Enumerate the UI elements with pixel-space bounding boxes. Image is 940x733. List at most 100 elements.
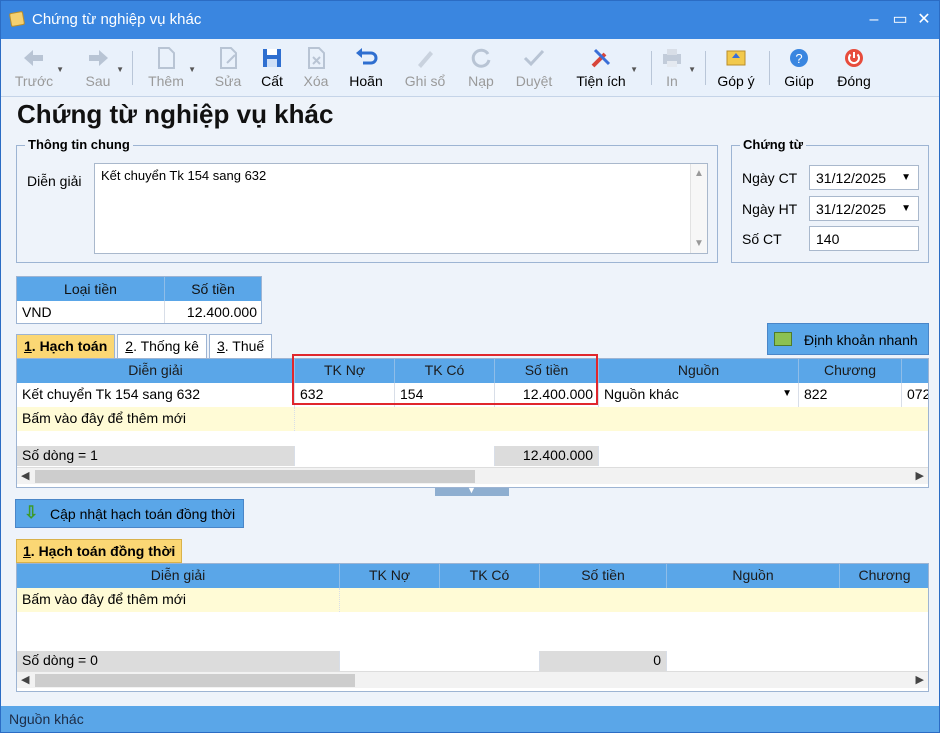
highlight-box	[292, 354, 598, 405]
chevron-down-icon[interactable]: ▼	[694, 238, 704, 249]
page-title: Chứng từ nghiệp vụ khác	[17, 99, 334, 129]
new-document-icon	[158, 47, 175, 69]
utilities-button[interactable]: Tiện ích ▼	[573, 43, 638, 93]
row-description[interactable]: Kết chuyển Tk 154 sang 632	[17, 383, 295, 407]
post-button[interactable]: Ghi sổ	[401, 43, 449, 93]
chevron-down-icon[interactable]: ▼	[56, 65, 64, 74]
col-credit-account[interactable]: TK Có	[440, 564, 540, 588]
col-source[interactable]: Nguồn	[667, 564, 840, 588]
print-button[interactable]: In ▼	[657, 43, 696, 93]
add-new-row[interactable]: Bấm vào đây để thêm mới	[17, 588, 928, 612]
tab-statistics[interactable]: 2. Thống kê	[117, 334, 207, 358]
maximize-button[interactable]: ▭	[889, 9, 911, 31]
close-button[interactable]: Đóng	[833, 43, 875, 93]
tab-tax[interactable]: 3. Thuế	[208, 334, 273, 358]
chevron-down-icon[interactable]: ▼	[188, 65, 196, 74]
horizontal-scrollbar[interactable]: ◀ ▶	[17, 467, 928, 484]
add-new-text[interactable]: Bấm vào đây để thêm mới	[17, 588, 340, 612]
chevron-down-icon[interactable]: ▼	[688, 65, 696, 74]
chevron-down-icon[interactable]: ▼	[630, 65, 638, 74]
power-icon	[845, 49, 863, 67]
title-bar: Chứng từ nghiệp vụ khác – ▭ ✕	[1, 1, 939, 39]
description-value: Kết chuyển Tk 154 sang 632	[101, 168, 267, 183]
refresh-icon	[471, 48, 491, 68]
tools-icon	[591, 48, 611, 68]
add-new-row[interactable]: Bấm vào đây để thêm mới	[17, 407, 928, 431]
chevron-up-icon[interactable]: ▲	[694, 168, 704, 179]
undo-button[interactable]: Hoãn	[345, 43, 387, 93]
col-extra[interactable]	[902, 359, 928, 383]
chevron-left-icon[interactable]: ◀	[21, 469, 29, 482]
add-new-text[interactable]: Bấm vào đây để thêm mới	[17, 407, 295, 431]
next-button[interactable]: Sau ▼	[81, 43, 124, 93]
feedback-icon	[726, 50, 746, 66]
tab-concurrent-accounting[interactable]: 1. Hạch toán đồng thời	[16, 539, 183, 563]
row-extra[interactable]: 072	[902, 383, 928, 407]
footer-total: 0	[540, 651, 667, 671]
voucher-date-picker[interactable]: 31/12/2025 ▼	[809, 165, 919, 190]
printer-icon	[663, 49, 681, 67]
scrollbar-thumb[interactable]	[35, 470, 475, 483]
currency-header: Loại tiền	[17, 277, 165, 301]
toolbar-separator	[705, 51, 706, 85]
checkmark-icon	[523, 49, 545, 67]
arrow-right-icon	[89, 50, 108, 66]
col-debit-account[interactable]: TK Nợ	[340, 564, 440, 588]
currency-row[interactable]: VND 12.400.000	[17, 301, 261, 323]
delete-button[interactable]: Xóa	[299, 43, 333, 93]
horizontal-scrollbar[interactable]: ◀ ▶	[17, 671, 928, 688]
col-source[interactable]: Nguồn	[599, 359, 799, 383]
chevron-down-icon[interactable]: ▼	[901, 172, 911, 183]
detail-tabs: 1. Hạch toán 2. Thống kê 3. Thuế	[16, 334, 274, 358]
currency-table: Loại tiền Số tiền VND 12.400.000	[16, 276, 262, 324]
update-concurrent-button[interactable]: ⇩ Cập nhật hạch toán đồng thời	[15, 499, 244, 528]
row-source-select[interactable]: Nguồn khác ▼	[599, 383, 799, 407]
tab-accounting[interactable]: 1. Hạch toán	[16, 334, 116, 358]
col-description[interactable]: Diễn giải	[17, 564, 340, 588]
footer-blank	[295, 446, 495, 466]
empty-row	[17, 612, 928, 650]
reload-button[interactable]: Nạp	[464, 43, 498, 93]
save-button[interactable]: Cất	[257, 43, 287, 93]
approve-button[interactable]: Duyệt	[512, 43, 556, 93]
footer-blank	[599, 446, 928, 466]
quick-entry-icon	[774, 332, 792, 346]
row-chapter[interactable]: 822	[799, 383, 902, 407]
voucher-number-field[interactable]: 140	[809, 226, 919, 251]
col-description[interactable]: Diễn giải	[17, 359, 295, 383]
scrollbar-thumb[interactable]	[35, 674, 355, 687]
voucher-legend: Chứng từ	[740, 137, 806, 152]
voucher-window: Chứng từ nghiệp vụ khác – ▭ ✕ Trước ▼ Sa…	[0, 0, 940, 733]
currency-value: VND	[17, 301, 165, 323]
save-icon	[263, 49, 281, 67]
app-icon	[8, 10, 26, 28]
chevron-left-icon[interactable]: ◀	[21, 673, 29, 686]
chevron-down-icon[interactable]: ▼	[116, 65, 124, 74]
description-scrollbar[interactable]: ▲ ▼	[690, 164, 707, 253]
footer-total: 12.400.000	[495, 446, 599, 466]
posting-date-picker[interactable]: 31/12/2025 ▼	[809, 196, 919, 221]
help-button[interactable]: ? Giúp	[781, 43, 817, 93]
description-label: Diễn giải	[27, 173, 82, 189]
back-button[interactable]: Trước ▼	[13, 43, 64, 93]
chevron-down-icon[interactable]: ▼	[782, 383, 792, 405]
chevron-right-icon[interactable]: ▶	[916, 469, 924, 482]
feedback-button[interactable]: Góp ý	[715, 43, 757, 93]
edit-button[interactable]: Sửa	[211, 43, 245, 93]
status-text: Nguồn khác	[9, 711, 84, 727]
splitter-handle[interactable]: ▼	[435, 485, 509, 496]
quick-entry-button[interactable]: Định khoản nhanh	[767, 323, 929, 355]
description-field[interactable]: Kết chuyển Tk 154 sang 632 ▲ ▼	[94, 163, 708, 254]
col-chapter[interactable]: Chương	[799, 359, 902, 383]
voucher-date-value: 31/12/2025	[816, 170, 887, 186]
add-button[interactable]: Thêm ▼	[145, 43, 196, 93]
chevron-down-icon[interactable]: ▼	[901, 203, 911, 214]
chevron-right-icon[interactable]: ▶	[916, 673, 924, 686]
minimize-button[interactable]: –	[863, 9, 885, 31]
col-amount[interactable]: Số tiền	[540, 564, 667, 588]
col-chapter[interactable]: Chương	[840, 564, 928, 588]
toolbar-separator	[769, 51, 770, 85]
help-icon: ?	[790, 49, 808, 67]
close-window-button[interactable]: ✕	[913, 9, 935, 31]
chevron-down-icon: ▼	[467, 485, 476, 495]
